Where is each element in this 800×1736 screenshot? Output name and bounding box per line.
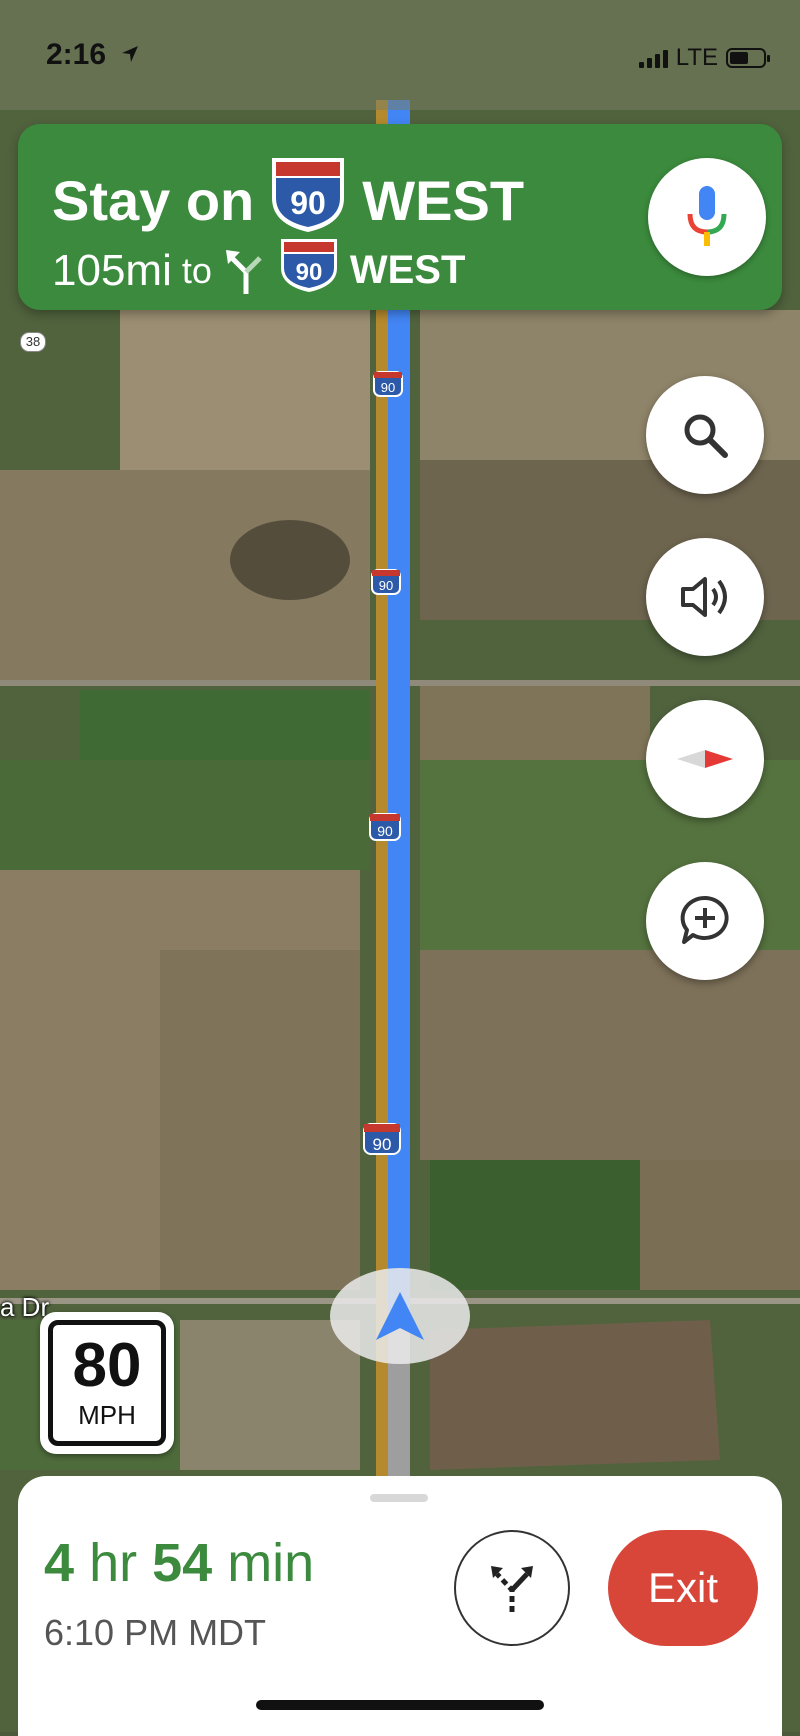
secondary-instruction: 105mi to 90 WEST bbox=[52, 236, 465, 305]
svg-text:90: 90 bbox=[379, 578, 393, 593]
battery-icon bbox=[726, 48, 770, 68]
navigation-arrow-icon bbox=[376, 1292, 424, 1340]
search-button[interactable] bbox=[646, 376, 764, 494]
mic-icon bbox=[687, 186, 727, 246]
location-arrow-icon bbox=[122, 46, 138, 62]
highway-marker: 90 bbox=[371, 569, 401, 595]
route-marker: 38 bbox=[20, 332, 46, 352]
instruction-text: Stay on bbox=[52, 169, 255, 232]
arrival-time: 6:10 PM MDT bbox=[44, 1612, 267, 1653]
primary-instruction: Stay on 90 WEST bbox=[52, 154, 524, 247]
compass-icon bbox=[677, 750, 733, 768]
trip-duration: 4 hr 54 min bbox=[44, 1533, 315, 1593]
signal-icon bbox=[638, 48, 668, 68]
svg-text:90: 90 bbox=[377, 823, 393, 839]
interstate-shield-icon: 90 bbox=[268, 154, 348, 247]
highway-marker: 90 bbox=[363, 1123, 401, 1155]
alternate-routes-button[interactable] bbox=[454, 1530, 570, 1646]
trip-summary-sheet[interactable]: 4 hr 54 min 6:10 PM MDT Exit bbox=[18, 1476, 782, 1736]
interstate-shield-icon: 90 bbox=[278, 236, 340, 305]
route-split-icon bbox=[491, 1566, 533, 1612]
distance-text: 105mi bbox=[52, 245, 172, 295]
highway-marker: 90 bbox=[373, 371, 403, 397]
voice-search-button[interactable] bbox=[648, 158, 766, 276]
sound-button[interactable] bbox=[646, 538, 764, 656]
exit-navigation-button[interactable]: Exit bbox=[608, 1530, 758, 1646]
direction-text: WEST bbox=[362, 169, 525, 232]
status-time: 2:16 bbox=[46, 38, 107, 71]
highway-marker: 90 bbox=[369, 813, 401, 841]
fork-left-icon bbox=[225, 249, 262, 294]
status-bar: 2:16 LTE bbox=[0, 0, 800, 110]
compass-button[interactable] bbox=[646, 700, 764, 818]
speed-limit-sign: 80 MPH bbox=[40, 1312, 174, 1454]
add-report-icon bbox=[680, 895, 729, 944]
current-location-puck bbox=[330, 1268, 470, 1364]
svg-text:90: 90 bbox=[381, 380, 395, 395]
network-type: LTE bbox=[675, 44, 718, 71]
svg-text:90: 90 bbox=[296, 259, 323, 286]
svg-text:90: 90 bbox=[373, 1135, 392, 1154]
svg-text:90: 90 bbox=[290, 185, 326, 221]
speed-limit-unit: MPH bbox=[78, 1400, 136, 1430]
speed-limit-value: 80 bbox=[72, 1331, 142, 1400]
sheet-handle[interactable] bbox=[370, 1494, 428, 1502]
direction-banner[interactable]: Stay on 90 WEST 105mi to 90 WEST bbox=[18, 124, 782, 310]
next-direction-text: WEST bbox=[349, 248, 466, 292]
search-icon bbox=[684, 414, 728, 458]
home-indicator[interactable] bbox=[256, 1700, 544, 1710]
add-report-button[interactable] bbox=[646, 862, 764, 980]
to-text: to bbox=[181, 249, 212, 291]
volume-icon bbox=[681, 577, 727, 617]
